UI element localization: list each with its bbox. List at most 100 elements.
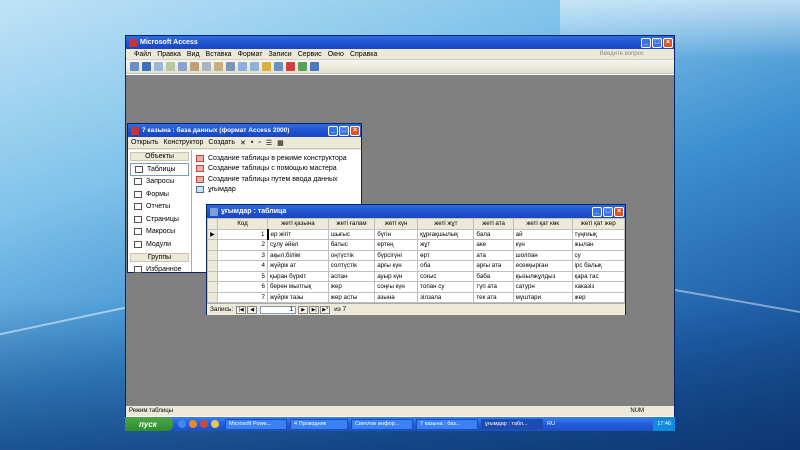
db-designer-button[interactable]: Конструктор [164,139,204,146]
db-close-button[interactable]: × [350,125,360,136]
table-titlebar[interactable]: ұғымдар : таблица _ □ × [207,205,625,218]
row-selector-header[interactable] [207,218,218,230]
desktop-icon[interactable] [211,420,219,428]
groups-header[interactable]: Группы [130,252,189,262]
objects-header[interactable]: Объекты [130,152,189,161]
table-row[interactable]: 2 сұлу әйел батыс ертең жұт аке күн жылан [207,239,625,251]
table-cell[interactable]: аспан [327,270,376,282]
record-number-input[interactable]: 1 [260,305,297,314]
filter-icon[interactable] [262,62,271,71]
menu-file[interactable]: Файл [134,51,151,58]
menu-records[interactable]: Записи [268,51,291,58]
table-cell[interactable]: жылан [571,239,625,251]
table-cell[interactable]: баба [473,270,514,282]
column-header[interactable]: Код [217,218,268,230]
app-titlebar[interactable]: Microsoft Access _ □ × [126,36,674,49]
list-item[interactable]: Создание таблицы путем ввода данных [196,174,361,185]
table-cell[interactable]: түп ата [473,281,514,293]
menu-window[interactable]: Окно [328,51,344,58]
last-record-button[interactable]: ▶| [309,305,320,314]
table-cell[interactable]: батыс [327,239,376,251]
table-cell[interactable]: ертең [374,239,419,251]
table-row[interactable]: ▶ 1 ер жігіт шығыс бүгін құрғақшылық бала ай түң… [207,228,625,240]
row-selector[interactable] [207,270,218,282]
table-cell[interactable]: түңғиық [571,228,625,240]
db-minimize-button[interactable]: _ [328,125,338,136]
find-icon[interactable] [274,62,283,71]
table-cell[interactable]: су [571,249,625,261]
table-cell[interactable]: сұлу әйел [267,239,329,251]
ask-question-box[interactable]: Введите вопрос [600,51,644,57]
row-selector[interactable]: ▶ [207,228,218,240]
table-row[interactable]: 5 қыран бүркіт аспан ауыр күн соғыс баба қызыл… [207,270,625,282]
table-cell[interactable]: 4 [217,260,268,272]
table-cell[interactable]: хаказіз [571,281,625,293]
table-cell[interactable]: солтүстік [327,260,376,272]
table-cell[interactable]: ата [473,249,514,261]
ie-icon[interactable] [178,420,186,428]
column-header[interactable]: жеті ғалам [327,218,376,230]
save-icon[interactable] [142,62,151,71]
next-record-button[interactable]: ▶ [298,305,309,314]
table-cell[interactable]: бала [473,228,514,240]
table-minimize-button[interactable]: _ [592,206,602,217]
row-selector[interactable] [207,239,218,251]
table-cell[interactable]: ауыр күн [374,270,419,282]
new-record-button[interactable]: ▶* [320,305,331,314]
object-pages[interactable]: Страницы [128,213,191,226]
db-open-button[interactable]: Открыть [131,139,159,146]
spelling-icon[interactable] [178,62,187,71]
db-delete-icon[interactable]: ✕ [240,139,246,147]
column-header[interactable]: жеті қазына [267,218,329,230]
table-cell[interactable]: өрт [417,249,475,261]
table-cell[interactable]: жүйрік ат [267,260,329,272]
table-cell[interactable]: соңғы күн [374,281,419,293]
office-icon[interactable] [200,420,208,428]
cut-icon[interactable] [190,62,199,71]
list-item[interactable]: ұғымдар [196,185,361,196]
table-cell[interactable]: арғы ата [473,260,514,272]
table-cell[interactable]: жер [327,281,376,293]
table-cell[interactable]: жер [571,291,625,303]
table-cell[interactable]: 6 [217,281,268,293]
column-header[interactable]: жеті жұт [417,218,475,230]
table-cell[interactable]: азына [374,291,419,303]
table-cell[interactable]: бүгін [374,228,419,240]
column-header[interactable]: жеті күн [374,218,419,230]
paste-icon[interactable] [214,62,223,71]
list-item[interactable]: Создание таблицы в режиме конструктора [196,153,361,164]
table-cell[interactable]: арғы күн [374,260,419,272]
view-icon[interactable] [130,62,139,71]
object-reports[interactable]: Отчеты [128,201,191,214]
task-explorer[interactable]: 4 Проводник [290,418,348,430]
table-cell[interactable]: топан су [417,281,475,293]
task-document[interactable]: Светлое инфор... [351,418,413,430]
print-icon[interactable] [154,62,163,71]
column-header[interactable]: жеті қат көк [512,218,573,230]
table-cell[interactable]: шолпан [512,249,573,261]
table-cell[interactable]: оба [417,260,475,272]
table-cell[interactable]: 1 [217,228,268,240]
row-selector[interactable] [207,281,218,293]
list-item[interactable]: Создание таблицы с помощью мастера [196,164,361,175]
first-record-button[interactable]: |◀ [236,305,247,314]
undo-icon[interactable] [226,62,235,71]
object-macros[interactable]: Макросы [128,226,191,239]
preview-icon[interactable] [166,62,175,71]
table-row[interactable]: 7 жүйрік тазы жер асты азына зілзала тек ата м… [207,291,625,303]
maximize-button[interactable]: □ [652,37,662,48]
table-cell[interactable]: ай [512,228,573,240]
table-cell[interactable]: бүрсігүні [374,249,419,261]
task-powerpoint[interactable]: Microsoft Powe... [225,418,287,430]
tray-clock[interactable]: 17:46 [657,421,671,427]
db-large-icons-icon[interactable]: ▪ [251,139,253,146]
table-cell[interactable]: қара тас [571,270,625,282]
row-selector[interactable] [207,249,218,261]
start-button[interactable]: пуск [125,417,173,431]
menu-edit[interactable]: Правка [157,51,181,58]
db-create-button[interactable]: Создать [208,139,235,146]
row-selector[interactable] [207,260,218,272]
db-list-icon[interactable]: ☰ [266,139,272,147]
task-table[interactable]: ұғымдар : табл... [481,418,543,430]
table-cell[interactable]: берен мылтық [267,281,329,293]
